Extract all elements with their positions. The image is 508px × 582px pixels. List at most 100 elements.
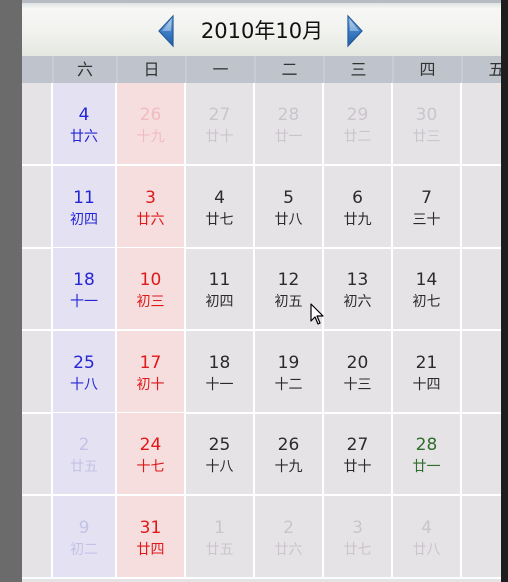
right-screen-edge — [501, 0, 508, 582]
day-cell[interactable]: 26 十九 — [117, 83, 186, 166]
day-number: 25 — [73, 353, 95, 373]
day-cell[interactable]: 13 初六 — [324, 248, 393, 331]
day-cell[interactable]: 7 三十 — [393, 166, 462, 249]
day-cell[interactable]: 26 十九 — [255, 413, 324, 496]
day-cell[interactable]: 25 十八 — [186, 413, 255, 496]
calendar-grid: 五4廿六26十九27廿十28廿一29廿二30廿三1廿四0三11初四3廿六4廿七5… — [22, 83, 501, 582]
day-cell[interactable]: 5 廿八 — [255, 166, 324, 249]
lunar-date: 十一 — [70, 294, 98, 310]
next-month-button[interactable] — [345, 14, 365, 48]
day-cell[interactable]: 11 初四 — [53, 166, 117, 249]
lunar-date: 十三 — [343, 377, 372, 393]
day-cell[interactable]: 28 廿一 — [255, 83, 324, 166]
lunar-date: 廿八 — [412, 542, 441, 558]
day-cell[interactable]: 3 廿七 — [324, 496, 393, 579]
day-cell[interactable]: 21 十四 — [393, 331, 462, 414]
day-cell[interactable]: 30 廿三 — [393, 83, 462, 166]
day-cell[interactable]: 25 十八 — [53, 331, 117, 414]
day-number: 12 — [277, 270, 300, 290]
lunar-date: 十四 — [412, 377, 441, 393]
lunar-date: 廿四 — [462, 128, 501, 164]
lunar-date: 廿六 — [136, 212, 165, 228]
weekday-header: 五 — [22, 56, 52, 83]
lunar-date: 初五 — [274, 294, 303, 310]
day-cell[interactable]: 8 九月 — [462, 166, 501, 249]
lunar-date: 十 — [22, 293, 51, 311]
day-cell[interactable]: 18 十一 — [53, 248, 117, 331]
day-cell[interactable]: 29 廿二 — [324, 83, 393, 166]
day-cell[interactable]: 28 廿一 — [393, 413, 462, 496]
day-number: 4 — [421, 518, 432, 538]
day-cell[interactable]: 31 廿四 — [117, 496, 186, 579]
previous-month-button[interactable] — [156, 14, 176, 48]
lunar-date: 廿五 — [205, 542, 234, 558]
day-number: 3 — [352, 518, 363, 538]
weekday-header: 五 — [463, 56, 501, 83]
day-number: 20 — [346, 353, 369, 373]
day-cell[interactable]: 20 十三 — [324, 331, 393, 414]
day-cell[interactable]: 14 初七 — [393, 248, 462, 331]
day-cell[interactable]: 4 廿七 — [186, 166, 255, 249]
lunar-date: 廿一 — [412, 459, 441, 475]
day-number: 2 — [78, 435, 90, 455]
day-cell[interactable]: 1 廿五 — [186, 496, 255, 579]
day-cell[interactable]: 22 十五 — [462, 331, 501, 414]
day-cell[interactable]: 5 廿九 — [462, 496, 501, 579]
day-cell[interactable]: 3 廿六 — [117, 166, 186, 249]
day-cell[interactable]: 10 初三 — [117, 248, 186, 331]
day-cell[interactable]: 12 初五 — [255, 248, 324, 331]
day-number: 18 — [73, 270, 95, 290]
lunar-date: 初十 — [136, 377, 165, 393]
right-arrow-icon — [347, 14, 363, 48]
day-cell[interactable]: 27 廿十 — [186, 83, 255, 166]
day-cell[interactable]: 0三 — [22, 166, 53, 249]
day-cell[interactable]: 4七 — [22, 331, 53, 414]
day-cell[interactable]: 15 初八 — [462, 248, 501, 331]
day-number: 27 — [346, 435, 369, 455]
day-cell[interactable]: 9 初二 — [53, 496, 117, 579]
day-number: 5 — [462, 518, 501, 538]
lunar-date: 四 — [22, 435, 51, 453]
month-title: 2010年10月 — [200, 19, 324, 43]
lunar-date: 十五 — [462, 376, 501, 412]
day-cell[interactable]: 29 廿二 — [462, 413, 501, 496]
lunar-date: 三 — [22, 211, 51, 229]
day-number: 0 — [22, 188, 51, 208]
lunar-date: 十七 — [136, 459, 165, 475]
day-number: 11 — [208, 270, 231, 290]
day-cell[interactable]: 2 廿五 — [53, 413, 117, 496]
weekday-header: 日 — [118, 56, 185, 83]
day-number: 21 — [415, 353, 438, 373]
lunar-date: 廿七 — [205, 212, 234, 228]
day-cell[interactable]: 19 十二 — [255, 331, 324, 414]
day-cell[interactable]: 四 — [22, 413, 53, 496]
day-cell[interactable]: 4 廿八 — [393, 496, 462, 579]
weekday-header: 二 — [256, 56, 323, 83]
day-cell[interactable]: 五 — [22, 83, 53, 166]
day-cell[interactable]: 6 廿九 — [324, 166, 393, 249]
day-cell[interactable]: 日 — [22, 496, 53, 579]
day-number: 7 — [22, 270, 51, 290]
day-cell[interactable]: 2 廿六 — [255, 496, 324, 579]
lunar-date: 初二 — [70, 542, 98, 558]
lunar-date: 廿九 — [462, 541, 501, 577]
day-number: 4 — [78, 105, 90, 125]
day-number: 15 — [462, 270, 501, 290]
day-number: 4 — [214, 188, 225, 208]
weekday-header-row: 五六日一二三四五 — [22, 56, 501, 83]
day-cell[interactable]: 27 廿十 — [324, 413, 393, 496]
day-number: 25 — [208, 435, 231, 455]
month-header: 2010年10月 — [22, 0, 501, 56]
day-cell[interactable]: 1 廿四 — [462, 83, 501, 166]
day-cell[interactable]: 7十 — [22, 248, 53, 331]
day-cell[interactable]: 18 十一 — [186, 331, 255, 414]
day-cell[interactable]: 11 初四 — [186, 248, 255, 331]
day-number: 5 — [283, 188, 294, 208]
day-cell[interactable]: 24 十七 — [117, 413, 186, 496]
lunar-date: 廿十 — [343, 459, 372, 475]
lunar-date: 十二 — [274, 377, 303, 393]
day-cell[interactable]: 4 廿六 — [53, 83, 117, 166]
day-cell[interactable]: 17 初十 — [117, 331, 186, 414]
lunar-date: 九月 — [462, 211, 501, 247]
lunar-date: 廿一 — [274, 129, 303, 145]
